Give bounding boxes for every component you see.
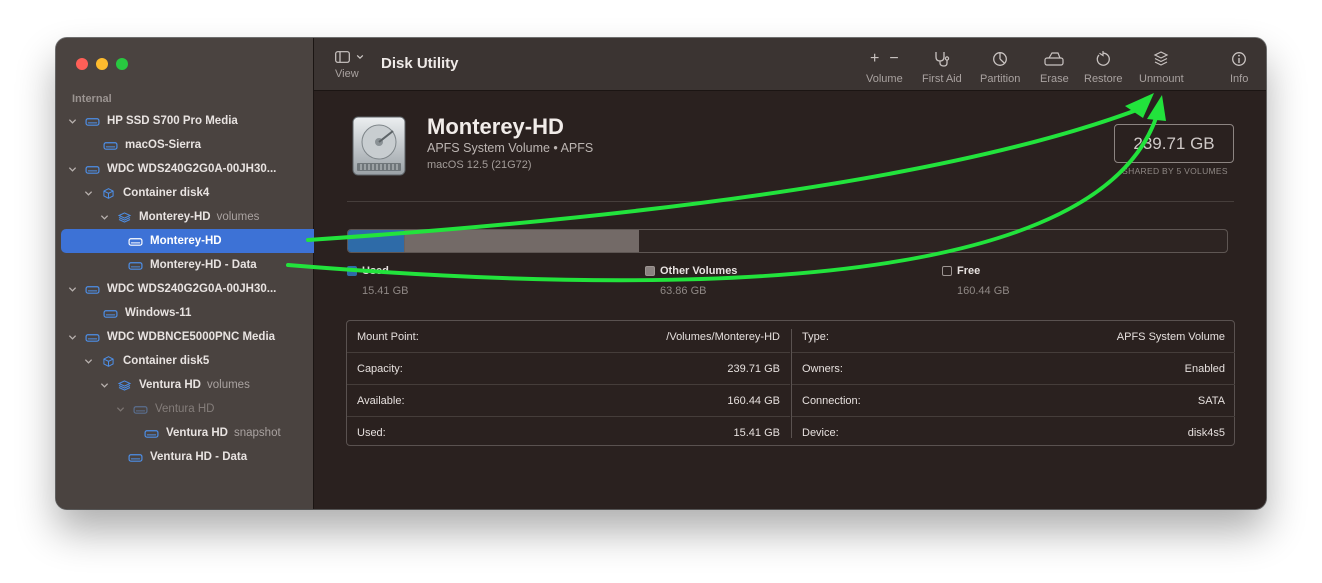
volume-button[interactable]: + − Volume — [866, 50, 903, 86]
volume-group-icon — [116, 211, 132, 223]
info-row-connection: Connection: SATA — [792, 385, 1235, 417]
chevron-down-icon[interactable] — [114, 403, 126, 415]
volume-info-table: Mount Point:/Volumes/Monterey-HD Capacit… — [346, 320, 1235, 446]
info-icon — [1232, 51, 1247, 66]
zoom-button[interactable] — [116, 58, 128, 70]
stethoscope-icon — [935, 51, 950, 67]
sidebar-item-monterey-volumes[interactable]: Monterey-HD volumes — [66, 205, 303, 229]
volume-icon — [102, 139, 118, 151]
usage-bar-free — [639, 230, 1227, 252]
chevron-down-icon[interactable] — [82, 355, 94, 367]
container-icon — [100, 355, 116, 367]
volume-icon — [127, 451, 143, 463]
sidebar-item-macos-sierra[interactable]: macOS-Sierra — [66, 133, 303, 157]
internal-drive-icon — [352, 116, 406, 176]
volume-os: macOS 12.5 (21G72) — [427, 159, 532, 171]
container-icon — [100, 187, 116, 199]
sidebar-item-ventura-volumes[interactable]: Ventura HD volumes — [66, 373, 303, 397]
unmount-icon — [1153, 50, 1169, 66]
sidebar-item-wdc-2[interactable]: WDC WDS240G2G0A-00JH30... — [66, 277, 303, 301]
sidebar-item-container-disk5[interactable]: Container disk5 — [66, 349, 303, 373]
add-icon[interactable]: + — [870, 50, 879, 68]
info-button[interactable]: Info — [1230, 50, 1248, 85]
window-controls — [76, 58, 128, 70]
used-swatch — [347, 266, 357, 276]
usage-bar-used — [348, 230, 406, 252]
capacity-shared-note: SHARED BY 5 VOLUMES — [1122, 166, 1228, 176]
sidebar-item-ventura-hd-snapshot[interactable]: Ventura HD snapshot — [61, 421, 303, 445]
disk-tree: HP SSD S700 Pro Media macOS-Sierra WDC W… — [61, 109, 364, 469]
sidebar-section-internal: Internal — [72, 93, 112, 105]
info-row-owners: Owners: Enabled — [792, 353, 1235, 385]
volume-icon — [127, 235, 143, 247]
sidebar-item-wdc-1[interactable]: WDC WDS240G2G0A-00JH30... — [66, 157, 303, 181]
chevron-down-icon[interactable] — [66, 331, 78, 343]
sidebar-item-windows-11[interactable]: Windows-11 — [66, 301, 303, 325]
usage-bar-other-volumes — [405, 230, 640, 252]
disk-utility-window: Internal HP SSD S700 Pro Media macOS-Sie… — [56, 38, 1266, 509]
chevron-down-icon[interactable] — [98, 211, 110, 223]
other-volumes-swatch — [645, 266, 655, 276]
sidebar-item-ventura-hd-unmounted[interactable]: Ventura HD — [66, 397, 303, 421]
restore-button[interactable]: Restore — [1084, 50, 1123, 85]
chevron-down-icon[interactable] — [82, 187, 94, 199]
sidebar-toggle-icon — [335, 51, 350, 63]
volume-type: APFS System Volume • APFS — [427, 141, 594, 155]
info-row-device: Device: disk4s5 — [802, 426, 1225, 439]
sidebar-item-ventura-hd-data[interactable]: Ventura HD - Data — [61, 445, 303, 469]
volume-icon — [143, 427, 159, 439]
info-row-used: Used: 15.41 GB — [357, 426, 780, 439]
volume-icon — [132, 403, 148, 415]
chevron-down-icon — [356, 54, 364, 60]
free-swatch — [942, 266, 952, 276]
main-panel: Monterey-HD APFS System Volume • APFS ma… — [314, 91, 1266, 509]
partition-button[interactable]: Partition — [980, 50, 1020, 85]
close-button[interactable] — [76, 58, 88, 70]
restore-icon — [1096, 50, 1111, 66]
drive-icon — [84, 163, 100, 175]
window-title: Disk Utility — [381, 55, 459, 72]
sidebar-item-wdc-wdbnce[interactable]: WDC WDBNCE5000PNC Media — [66, 325, 303, 349]
info-row-available: Available: 160.44 GB — [347, 385, 790, 417]
volume-icon — [102, 307, 118, 319]
chevron-down-icon[interactable] — [66, 283, 78, 295]
sidebar-item-hp-ssd[interactable]: HP SSD S700 Pro Media — [66, 109, 303, 133]
view-button[interactable]: View — [335, 51, 375, 80]
volume-icon — [127, 259, 143, 271]
info-row-mount-point: Mount Point:/Volumes/Monterey-HD — [347, 321, 790, 353]
capacity-box: 239.71 GB — [1114, 124, 1234, 163]
info-left-column: Mount Point:/Volumes/Monterey-HD Capacit… — [347, 321, 790, 448]
chevron-down-icon[interactable] — [66, 163, 78, 175]
usage-bar — [347, 229, 1228, 253]
sidebar-item-monterey-hd-data[interactable]: Monterey-HD - Data — [61, 253, 303, 277]
drive-icon — [84, 331, 100, 343]
info-row-type: Type: APFS System Volume — [792, 321, 1235, 353]
first-aid-button[interactable]: First Aid — [922, 50, 962, 85]
volume-group-icon — [116, 379, 132, 391]
drive-icon — [84, 283, 100, 295]
toolbar: View Disk Utility + − Volume First Aid P… — [314, 38, 1266, 91]
drive-icon — [84, 115, 100, 127]
divider — [347, 201, 1234, 202]
info-right-column: Type: APFS System Volume Owners: Enabled C… — [791, 329, 1235, 439]
chevron-down-icon[interactable] — [98, 379, 110, 391]
legend-used: Used 15.41 GB — [347, 265, 408, 297]
chevron-down-icon[interactable] — [66, 115, 78, 127]
unmount-button[interactable]: Unmount — [1139, 50, 1184, 85]
minimize-button[interactable] — [96, 58, 108, 70]
sidebar-item-container-disk4[interactable]: Container disk4 — [66, 181, 303, 205]
sidebar: Internal HP SSD S700 Pro Media macOS-Sie… — [56, 38, 364, 509]
info-row-capacity: Capacity: 239.71 GB — [347, 353, 790, 385]
legend-free: Free 160.44 GB — [942, 265, 1010, 297]
erase-button[interactable]: Erase — [1040, 50, 1069, 85]
partition-pie-icon — [993, 51, 1008, 66]
legend-other-volumes: Other Volumes 63.86 GB — [645, 265, 737, 297]
remove-icon[interactable]: − — [889, 50, 898, 68]
volume-name: Monterey-HD — [427, 114, 564, 139]
erase-drive-icon — [1044, 51, 1064, 66]
